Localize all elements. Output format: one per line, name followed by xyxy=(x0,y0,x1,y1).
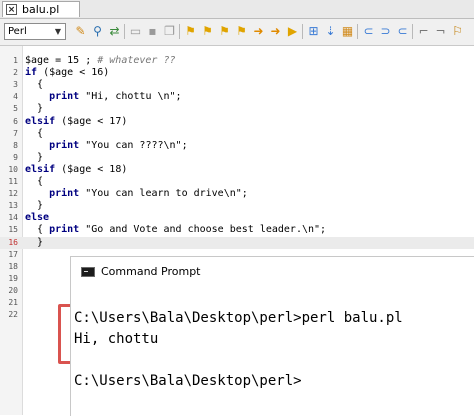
code-text: } xyxy=(25,103,44,115)
code-text: else xyxy=(25,212,50,224)
uncomment-icon[interactable]: ¬ xyxy=(432,23,449,40)
block-icon[interactable]: ▦ xyxy=(339,23,356,40)
command-prompt-console[interactable]: C:\Users\Bala\Desktop\perl>perl balu.pl H… xyxy=(71,287,474,416)
code-line[interactable]: 16 } xyxy=(0,236,474,249)
tab-label: balu.pl xyxy=(22,3,60,16)
code-line[interactable]: 15 { print "Go and Vote and choose best … xyxy=(0,224,474,236)
language-select[interactable]: Perl ▼ xyxy=(4,23,66,40)
code-text: } xyxy=(25,200,44,212)
line-number: 12 xyxy=(8,189,18,199)
code-text: print "You can learn to drive\n"; xyxy=(49,188,248,200)
command-prompt-titlebar[interactable]: Command Prompt xyxy=(71,257,474,287)
line-number: 8 xyxy=(13,140,18,150)
code-text: } xyxy=(25,151,44,163)
line-number: 10 xyxy=(8,164,18,174)
line-number: 21 xyxy=(8,298,18,307)
line-number: 13 xyxy=(8,201,18,211)
command-prompt-title: Command Prompt xyxy=(101,265,201,278)
toolbar-separator xyxy=(179,24,180,39)
code-text: { print "Go and Vote and choose best lea… xyxy=(25,224,327,236)
code-text: { xyxy=(25,176,44,187)
code-line[interactable]: 7 { xyxy=(0,128,474,140)
code-text: { xyxy=(25,79,44,91)
bookmark-clear-icon[interactable]: ⚑ xyxy=(233,23,250,40)
code-text: if ($age < 16) xyxy=(25,67,110,79)
console-line: C:\Users\Bala\Desktop\perl> xyxy=(74,373,302,389)
toolbar-separator xyxy=(124,24,125,39)
code-text: $age = 15 ; # whatever ?? xyxy=(25,55,176,66)
line-number: 19 xyxy=(8,273,18,283)
close-icon[interactable]: × xyxy=(6,4,17,15)
code-line[interactable]: 12 print "You can learn to drive\n"; xyxy=(0,188,474,200)
line-number: 16 xyxy=(8,237,18,247)
code-text: } xyxy=(25,236,44,248)
line-number: 22 xyxy=(8,310,18,320)
chevron-down-icon[interactable]: ▼ xyxy=(52,25,64,38)
fold-icon[interactable]: ⊞ xyxy=(305,23,322,40)
code-line[interactable]: 13 } xyxy=(0,200,474,212)
line-number: 9 xyxy=(13,152,18,162)
line-number: 3 xyxy=(13,80,18,90)
code-line[interactable]: 8 print "You can ????\n"; xyxy=(0,140,474,152)
code-line[interactable]: 2 if ($age < 16) xyxy=(0,67,474,79)
line-number: 6 xyxy=(13,116,18,126)
line-number: 5 xyxy=(13,104,18,114)
line-number: 15 xyxy=(8,225,18,235)
code-line[interactable]: 5 } xyxy=(0,103,474,115)
command-prompt-window[interactable]: Command Prompt C:\Users\Bala\Desktop\per… xyxy=(70,256,474,416)
bracket-match-icon[interactable]: ⊂ xyxy=(360,23,377,40)
line-number: 20 xyxy=(8,285,18,295)
console-line: Hi, chottu xyxy=(74,331,159,347)
terminal-icon xyxy=(81,267,95,277)
tab-bar: × balu.pl xyxy=(0,0,474,19)
code-line[interactable]: 9 } xyxy=(0,152,474,164)
unindent-icon[interactable]: ⊂ xyxy=(394,23,411,40)
jump-icon[interactable]: ➜ xyxy=(267,23,284,40)
bookmark-prev-icon[interactable]: ⚑ xyxy=(216,23,233,40)
code-line[interactable]: 3 { xyxy=(0,79,474,91)
copy-icon[interactable]: ❐ xyxy=(161,23,178,40)
code-text: elsif ($age < 18) xyxy=(25,163,128,175)
code-text: print "Hi, chottu \n"; xyxy=(49,91,182,103)
run-icon[interactable]: ▶ xyxy=(284,23,301,40)
code-text: { xyxy=(25,127,44,139)
language-select-value: Perl xyxy=(8,26,27,37)
expand-icon[interactable]: ⇣ xyxy=(322,23,339,40)
toolbar-separator xyxy=(357,24,358,39)
line-number: 14 xyxy=(8,213,18,223)
indent-icon[interactable]: ⊃ xyxy=(377,23,394,40)
bookmark-next-icon[interactable]: ⚑ xyxy=(199,23,216,40)
code-line[interactable]: 10 elsif ($age < 18) xyxy=(0,164,474,176)
code-line[interactable]: 6 elsif ($age < 17) xyxy=(0,116,474,128)
code-line[interactable]: 1 $age = 15 ; # whatever ?? xyxy=(0,55,474,67)
bookmark-icon[interactable]: ⚑ xyxy=(182,23,199,40)
code-line[interactable]: 14 else xyxy=(0,212,474,224)
code-line[interactable]: 4 print "Hi, chottu \n"; xyxy=(0,91,474,103)
flag-icon[interactable]: ⚐ xyxy=(449,23,466,40)
tab-balu-pl[interactable]: × balu.pl xyxy=(2,1,80,17)
binoculars-icon[interactable]: ⚲ xyxy=(89,23,106,40)
toolbar-separator xyxy=(302,24,303,39)
save-icon[interactable]: ▪ xyxy=(144,23,161,40)
comment-icon[interactable]: ⌐ xyxy=(415,23,432,40)
toolbar: Perl ▼ ✎ ⚲ ⇄ ▭ ▪ ❐ ⚑ ⚑ ⚑ ⚑ ➜ ➜ ▶ ⊞ ⇣ ▦ ⊂ ⊃ ⊂ ⌐ ¬ ⚐ xyxy=(0,19,474,46)
code-text: print "You can ????\n"; xyxy=(49,139,188,151)
line-number: 18 xyxy=(8,261,18,271)
new-file-icon[interactable]: ▭ xyxy=(127,23,144,40)
code-text: elsif ($age < 17) xyxy=(25,115,128,127)
line-number: 2 xyxy=(13,68,18,78)
line-number: 4 xyxy=(13,92,18,102)
console-line: C:\Users\Bala\Desktop\perl>perl balu.pl xyxy=(74,310,403,326)
goto-icon[interactable]: ➜ xyxy=(250,23,267,40)
line-number: 7 xyxy=(13,128,18,138)
code-line[interactable]: 11 { xyxy=(0,176,474,188)
pencil-icon[interactable]: ✎ xyxy=(72,23,89,40)
toolbar-separator xyxy=(412,24,413,39)
line-number: 11 xyxy=(8,177,18,186)
search-replace-icon[interactable]: ⇄ xyxy=(106,23,123,40)
line-number: 17 xyxy=(8,249,18,259)
line-number: 1 xyxy=(13,56,18,65)
